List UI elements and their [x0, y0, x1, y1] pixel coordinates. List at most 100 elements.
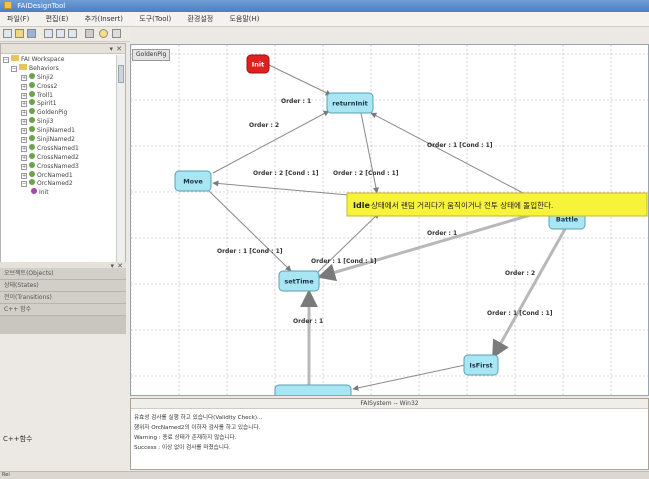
tree-item[interactable]: + CrossNamed3 [1, 161, 115, 171]
expand-toggle-icon[interactable]: + [21, 172, 27, 179]
transition-arrow[interactable] [352, 364, 466, 391]
state-bottom[interactable] [274, 384, 352, 396]
behavior-icon [29, 126, 35, 133]
expand-toggle-icon[interactable]: + [21, 74, 27, 81]
tree-item[interactable]: + CrossNamed2 [1, 152, 115, 162]
scrollbar-thumb[interactable] [118, 65, 124, 83]
transition-label: Order : 1 [293, 318, 323, 325]
help-icon[interactable] [112, 29, 121, 38]
tree-item-label: OrcNamed2 [37, 180, 73, 188]
output-title: FAISystem -- Win32 [131, 399, 648, 409]
menu-help[interactable]: 도움말(H) [222, 12, 266, 27]
expand-toggle-icon[interactable]: − [3, 57, 9, 63]
tree-item[interactable]: + Sinji3 [1, 117, 115, 126]
transition[interactable]: Order : 1 [293, 289, 323, 385]
app-icon [4, 1, 12, 9]
tree-item[interactable]: + SinjiNamed1 [1, 126, 115, 135]
expand-toggle-icon[interactable]: + [21, 163, 27, 170]
transition[interactable]: Order : 2 [491, 228, 567, 359]
transition[interactable]: Order : 1 [268, 64, 332, 105]
transition-arrow[interactable] [212, 110, 330, 174]
state-returninit[interactable]: returnInit [326, 92, 374, 114]
tree-item[interactable]: + Sinji2 [1, 72, 115, 82]
transition[interactable]: Order : 2 [212, 110, 330, 174]
folder-icon [11, 55, 19, 61]
tab-goldenpig[interactable]: GoldenPig [132, 49, 171, 61]
behavior-icon [29, 90, 35, 97]
folder-icon [19, 63, 27, 70]
state-settime[interactable]: setTime [278, 270, 320, 292]
prop-row-states[interactable]: 상태(States) [0, 280, 126, 292]
expand-toggle-icon[interactable]: + [21, 128, 27, 135]
transition-arrow[interactable] [268, 64, 332, 96]
menu-tool[interactable]: 도구(Tool) [132, 12, 178, 27]
behavior-icon [29, 152, 35, 159]
tree-item[interactable]: + SinjiNamed2 [1, 135, 115, 144]
close-icon[interactable]: ✕ [116, 45, 122, 53]
prop-row-objects[interactable]: 오브젝트(Objects) [0, 268, 126, 280]
prop-row-transitions[interactable]: 전이(Transitions) [0, 292, 126, 304]
tree-item[interactable]: + Troll1 [1, 90, 115, 100]
expand-toggle-icon[interactable]: + [21, 154, 27, 161]
transition[interactable]: Order : 1 [Cond : 1] [352, 310, 553, 391]
state-move[interactable]: Move [174, 170, 212, 192]
tree-item[interactable]: − FAI Workspace [1, 55, 115, 64]
expand-toggle-icon[interactable]: − [11, 65, 17, 72]
tree-item[interactable]: − Behaviors [1, 63, 115, 73]
menu-settings[interactable]: 환경설정 [180, 12, 220, 27]
tree-item[interactable]: + Cross2 [1, 81, 115, 91]
tree-item[interactable]: + GoldenPig [1, 108, 115, 117]
transition-arrow[interactable] [370, 112, 524, 194]
transition[interactable]: Order : 1 [Cond : 1] [208, 190, 292, 272]
menu-edit[interactable]: 편집(E) [39, 12, 76, 27]
behavior-icon [29, 135, 35, 142]
expand-toggle-icon[interactable]: + [21, 83, 27, 90]
tree-item[interactable]: + OrcNamed1 [1, 170, 115, 180]
menu-insert[interactable]: 추가(Insert) [78, 12, 130, 27]
state-isfirst[interactable]: IsFirst [463, 354, 499, 376]
tree-item[interactable]: + CrossNamed1 [1, 143, 115, 153]
transition-arrow[interactable] [360, 112, 379, 194]
new-file-icon[interactable] [3, 29, 12, 38]
transition[interactable]: Order : 2 [Cond : 1] [333, 112, 399, 194]
tree-item-label: FAI Workspace [21, 56, 65, 63]
output-line: Warning : 종료 상태가 존재하지 않습니다. [134, 435, 237, 441]
diagram-canvas[interactable]: Order : 1 Order : 2 Order : 2 [Cond : 1] Or… [130, 44, 649, 396]
print-icon[interactable] [85, 29, 94, 38]
transition[interactable]: Order : 1 [Cond : 1] [370, 112, 524, 194]
pin-icon[interactable]: ▾ [109, 45, 113, 53]
copy-icon[interactable] [56, 29, 65, 38]
states-layer: Init returnInit Move Idle Battle setTime IsFir… [174, 54, 586, 396]
transition-arrow[interactable] [208, 190, 292, 272]
transition[interactable]: Order : 1 [317, 207, 552, 282]
state-init[interactable]: Init [246, 54, 270, 74]
prop-row-cpp-functions[interactable]: C++ 함수 [0, 304, 126, 316]
tree-scrollbar[interactable] [116, 55, 125, 264]
expand-toggle-icon[interactable]: + [21, 92, 27, 99]
expand-toggle-icon[interactable]: + [21, 145, 27, 152]
transition-arrow[interactable] [491, 228, 567, 359]
expand-toggle-icon[interactable]: + [21, 137, 27, 144]
paste-icon[interactable] [68, 29, 77, 38]
state-box[interactable] [274, 384, 352, 396]
expand-toggle-icon[interactable]: − [21, 181, 27, 188]
lightbulb-icon[interactable] [99, 29, 108, 38]
expand-toggle-icon[interactable]: + [21, 110, 27, 117]
expand-toggle-icon[interactable]: + [21, 119, 27, 126]
cut-icon[interactable] [44, 29, 53, 38]
tree-item[interactable]: + Spirit1 [1, 99, 115, 108]
open-folder-icon[interactable] [15, 29, 24, 38]
tree-item-label: SinjiNamed1 [37, 127, 75, 135]
transition-arrow[interactable] [317, 207, 552, 282]
transition-label: Order : 1 [281, 98, 311, 105]
menu-file[interactable]: 파일(F) [0, 12, 36, 27]
properties-panel: 오브젝트(Objects) 상태(States) 전이(Transitions)… [0, 268, 126, 334]
transition[interactable]: Order : 1 [Cond : 1] [311, 212, 380, 274]
expand-toggle-icon[interactable]: + [21, 101, 27, 108]
save-icon[interactable] [27, 29, 36, 38]
state-diagram[interactable]: Order : 1 Order : 2 Order : 2 [Cond : 1] Or… [131, 45, 649, 396]
transition-label: Order : 2 [249, 122, 279, 129]
output-line: Success : 이상 없이 검사를 마쳤습니다. [134, 445, 231, 451]
tree-item[interactable]: − OrcNamed2 [1, 179, 115, 188]
tree-item[interactable]: Init [1, 188, 115, 197]
